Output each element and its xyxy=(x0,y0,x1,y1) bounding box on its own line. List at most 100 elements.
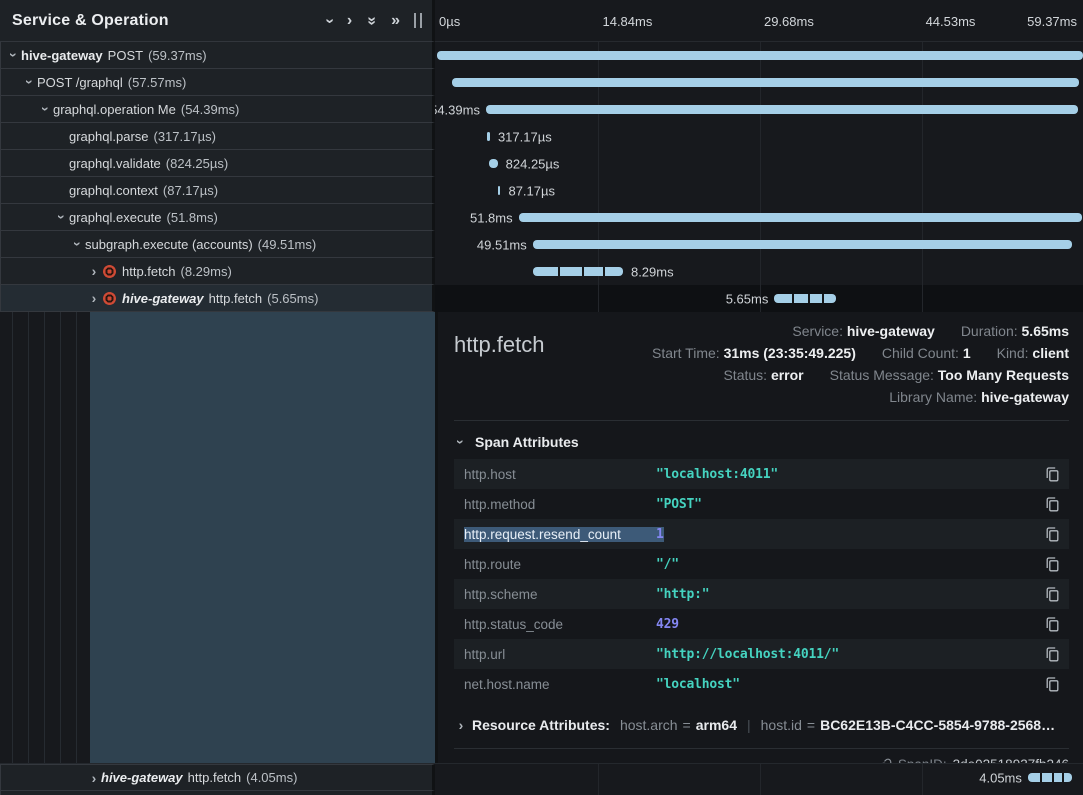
duration-text: (87.17µs) xyxy=(163,183,218,198)
meta-label: Duration: xyxy=(961,323,1022,339)
span-row[interactable]: ›POST /graphql(57.57ms) xyxy=(0,69,1083,96)
span-tree-cell[interactable]: ›http.fetch(8.29ms) xyxy=(0,258,435,285)
span-duration-label: 54.39ms xyxy=(435,102,480,117)
operation-name: graphql.validate xyxy=(69,156,161,171)
span-bar[interactable] xyxy=(486,105,1078,114)
meta-label: Child Count: xyxy=(882,345,963,361)
span-row[interactable]: ›graphql.operation Me(54.39ms)54.39ms xyxy=(0,96,1083,123)
span-bar[interactable] xyxy=(487,132,490,141)
span-bar[interactable] xyxy=(774,294,835,303)
span-duration-label: 49.51ms xyxy=(477,237,527,252)
indent-guide-line xyxy=(44,312,45,763)
meta-value: Too Many Requests xyxy=(938,367,1069,383)
attribute-row: http.status_code429 xyxy=(454,609,1069,639)
span-bar[interactable] xyxy=(533,240,1072,249)
span-bar[interactable] xyxy=(437,51,1083,60)
meta-value: hive-gateway xyxy=(847,323,935,339)
span-bar[interactable] xyxy=(489,159,498,168)
attribute-row: http.scheme"http:" xyxy=(454,579,1069,609)
span-row[interactable]: ›subgraph.execute (accounts)(49.51ms) 49.… xyxy=(0,231,1083,258)
timeline-cell xyxy=(435,42,1083,69)
operation-name: subgraph.execute (accounts) xyxy=(85,237,253,252)
copy-icon[interactable] xyxy=(1046,647,1059,662)
chevron-down-icon[interactable]: › xyxy=(55,210,69,224)
grid-line xyxy=(598,177,599,204)
copy-icon[interactable] xyxy=(1046,617,1059,632)
service-name: hive-gateway xyxy=(101,770,183,785)
resource-attributes-label: Resource Attributes: xyxy=(472,717,610,733)
grid-line xyxy=(922,764,923,791)
copy-icon[interactable] xyxy=(1046,677,1059,692)
span-row[interactable]: graphql.validate(824.25µs)824.25µs xyxy=(0,150,1083,177)
span-bar-segment-gap xyxy=(558,267,560,276)
grid-line xyxy=(598,285,599,312)
grid-line xyxy=(922,123,923,150)
span-bar-segment-gap xyxy=(792,294,794,303)
chevron-down-icon[interactable]: › xyxy=(39,102,53,116)
chevron-right-icon[interactable]: › xyxy=(87,291,101,305)
span-tree-cell[interactable]: ›subgraph.execute (accounts)(49.51ms) xyxy=(0,231,435,258)
meta-value: 1 xyxy=(963,345,971,361)
span-row[interactable] xyxy=(0,791,1083,795)
span-tree-cell[interactable]: graphql.validate(824.25µs) xyxy=(0,150,435,177)
span-row[interactable]: graphql.parse(317.17µs) 317.17µs xyxy=(0,123,1083,150)
span-tree-cell[interactable]: ›graphql.operation Me(54.39ms) xyxy=(0,96,435,123)
span-row[interactable]: ›http.fetch(8.29ms) 8.29ms xyxy=(0,258,1083,285)
panel-resize-handle[interactable] xyxy=(414,13,422,28)
duration-text: (8.29ms) xyxy=(180,264,231,279)
span-tree-cell[interactable]: graphql.parse(317.17µs) xyxy=(0,123,435,150)
span-row[interactable]: ›hive-gatewayhttp.fetch(4.05ms)4.05ms xyxy=(0,764,1083,791)
chevron-down-icon[interactable]: › xyxy=(71,237,85,251)
expand-all-icon[interactable]: » xyxy=(391,13,400,29)
chevron-right-icon[interactable]: › xyxy=(87,771,101,785)
expand-children-icon[interactable]: › xyxy=(347,13,352,29)
chevron-right-icon[interactable]: › xyxy=(87,264,101,278)
operation-name: graphql.parse xyxy=(69,129,149,144)
collapse-children-icon[interactable]: › xyxy=(321,18,337,23)
resource-value: BC62E13B-C4CC-5854-9788-2568… xyxy=(820,717,1055,733)
meta-label: Status: xyxy=(723,367,770,383)
span-bar[interactable] xyxy=(498,186,500,195)
span-bar[interactable] xyxy=(452,78,1078,87)
span-row[interactable]: graphql.context(87.17µs)87.17µs xyxy=(0,177,1083,204)
span-tree-cell[interactable]: ›graphql.execute(51.8ms) xyxy=(0,204,435,231)
copy-icon[interactable] xyxy=(1046,467,1059,482)
span-tree-cell[interactable]: ›hive-gatewayhttp.fetch(4.05ms) xyxy=(0,764,435,791)
span-row[interactable]: ›graphql.execute(51.8ms)51.8ms xyxy=(0,204,1083,231)
span-bar[interactable] xyxy=(519,213,1083,222)
span-tree-cell xyxy=(0,791,435,795)
detail-meta-line: Start Time: 31ms (23:35:49.225)Child Cou… xyxy=(652,342,1069,364)
copy-icon[interactable] xyxy=(1046,527,1059,542)
span-duration-label: 317.17µs xyxy=(498,129,552,144)
span-bar[interactable] xyxy=(1028,773,1072,782)
copy-icon[interactable] xyxy=(1046,587,1059,602)
attribute-key: http.route xyxy=(464,557,656,572)
resource-attributes-toggle[interactable]: › Resource Attributes: host.arch=arm64|h… xyxy=(454,711,1069,739)
meta-value: error xyxy=(771,367,804,383)
attribute-row: http.route"/" xyxy=(454,549,1069,579)
detail-meta-line: Library Name: hive-gateway xyxy=(652,386,1069,408)
span-tree-cell[interactable]: ›hive-gatewayPOST(59.37ms) xyxy=(0,42,435,69)
copy-icon[interactable] xyxy=(1046,497,1059,512)
copy-icon[interactable] xyxy=(1046,557,1059,572)
span-tree-cell[interactable]: ›hive-gatewayhttp.fetch(5.65ms) xyxy=(0,285,435,312)
chevron-down-icon[interactable]: › xyxy=(7,48,21,62)
span-duration-label: 8.29ms xyxy=(631,264,674,279)
span-bar-segment-gap xyxy=(1040,773,1042,782)
attribute-key: http.request.resend_count xyxy=(464,527,656,542)
resource-attributes-items: host.arch=arm64|host.id=BC62E13B-C4CC-58… xyxy=(620,717,1055,733)
chevron-right-icon: › xyxy=(454,718,468,732)
span-attributes-toggle[interactable]: › Span Attributes xyxy=(454,434,1069,450)
collapse-all-icon[interactable]: » xyxy=(364,16,380,25)
chevron-down-icon: › xyxy=(454,435,468,449)
span-row[interactable]: ›hive-gatewayhttp.fetch(5.65ms)5.65ms xyxy=(0,285,1083,312)
error-status-icon xyxy=(103,265,116,278)
span-bar[interactable] xyxy=(533,267,623,276)
span-row[interactable]: ›hive-gatewayPOST(59.37ms) xyxy=(0,42,1083,69)
span-tree-cell[interactable]: graphql.context(87.17µs) xyxy=(0,177,435,204)
operation-name: http.fetch xyxy=(188,770,241,785)
bottom-span-rows: ›hive-gatewayhttp.fetch(4.05ms)4.05ms xyxy=(0,763,1083,795)
chevron-down-icon[interactable]: › xyxy=(23,75,37,89)
span-tree-cell[interactable]: ›POST /graphql(57.57ms) xyxy=(0,69,435,96)
grid-line xyxy=(598,123,599,150)
